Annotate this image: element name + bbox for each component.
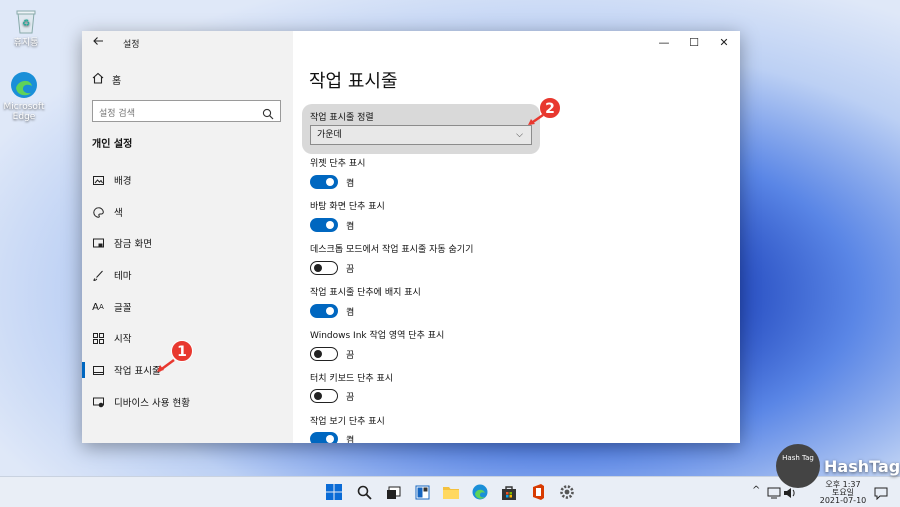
sidebar-item-label: 작업 표시줄 [114, 366, 161, 377]
watermark-badge: Hash Tag [776, 444, 820, 488]
toggle-knob [314, 391, 322, 400]
toggle-state: 켬 [346, 435, 355, 444]
toggle-state: 켬 [346, 178, 355, 189]
home-label: 홈 [112, 76, 122, 87]
sidebar-item-taskbar[interactable]: 작업 표시줄 [82, 357, 293, 383]
chevron-down-icon: ⌵ [516, 130, 523, 140]
back-arrow-icon[interactable] [92, 35, 108, 51]
tray-date[interactable]: 2021-07-10 [814, 496, 872, 505]
sidebar-item-lock-screen[interactable]: 잠금 화면 [82, 230, 293, 256]
toggle-state: 끔 [346, 264, 355, 275]
sidebar: 홈 개인 설정 배경 색 잠금 화면 테마 AA 글꼴 [82, 31, 293, 443]
widgets-icon[interactable] [412, 482, 432, 502]
search-icon[interactable] [262, 105, 274, 124]
sidebar-item-label: 색 [114, 208, 123, 219]
toggle-switch[interactable] [310, 432, 338, 443]
store-icon[interactable] [499, 482, 519, 502]
taskbar: ^ 오후 1:37 토요일 2021-07-10 [0, 476, 900, 507]
settings-search[interactable] [92, 100, 281, 124]
toggle-label-widgets: 위젯 단추 표시 [310, 159, 366, 169]
toggle-desktop-button[interactable]: 켬 [310, 218, 354, 232]
lock-screen-icon [92, 237, 104, 249]
toggle-state: 끔 [346, 350, 355, 361]
settings-gear-icon[interactable] [557, 482, 577, 502]
alignment-value: 가운데 [317, 130, 342, 140]
office-icon[interactable] [528, 482, 548, 502]
section-title: 개인 설정 [92, 139, 133, 150]
sidebar-item-label: 배경 [114, 176, 132, 187]
toggle-switch[interactable] [310, 304, 338, 318]
recycle-bin-label: 휴지통 [13, 38, 39, 48]
desktop-edge[interactable]: Microsoft Edge [2, 70, 46, 122]
toggle-knob [326, 178, 334, 186]
toggle-switch[interactable] [310, 347, 338, 361]
toggle-switch[interactable] [310, 175, 338, 189]
edge-label: Microsoft Edge [3, 102, 45, 122]
toggle-badges[interactable]: 켬 [310, 304, 354, 318]
toggle-label-task-view: 작업 보기 단추 표시 [310, 417, 385, 427]
toggle-label-ink: Windows Ink 작업 영역 단추 표시 [310, 331, 445, 341]
settings-window: 홈 개인 설정 배경 색 잠금 화면 테마 AA 글꼴 [82, 31, 740, 443]
sidebar-item-fonts[interactable]: AA 글꼴 [82, 294, 293, 320]
toggle-knob [314, 263, 322, 272]
toggle-touch-keyboard[interactable]: 끔 [310, 389, 354, 403]
sidebar-item-label: 디바이스 사용 현황 [114, 398, 190, 409]
alignment-label: 작업 표시줄 정렬 [310, 113, 374, 123]
sidebar-item-device-usage[interactable]: 디바이스 사용 현황 [82, 389, 293, 415]
toggle-switch[interactable] [310, 389, 338, 403]
brush-icon [92, 269, 104, 281]
file-explorer-icon[interactable] [441, 482, 461, 502]
sidebar-item-label: 잠금 화면 [114, 239, 152, 250]
svg-text:♻: ♻ [22, 19, 30, 29]
toggle-knob [326, 435, 334, 443]
toggle-knob [314, 349, 322, 358]
edge-browser-icon[interactable] [470, 482, 490, 502]
recycle-bin-icon: ♻ [11, 6, 41, 36]
toggle-label-badges: 작업 표시줄 단추에 배지 표시 [310, 288, 421, 298]
watermark-text: HashTag [824, 457, 900, 476]
window-title: 설정 [123, 40, 140, 50]
palette-icon [92, 206, 104, 218]
toggle-knob [326, 221, 334, 229]
device-usage-icon [92, 396, 104, 408]
search-icon[interactable] [354, 482, 374, 502]
callout-1-arrow [157, 358, 175, 373]
tray-overflow-chevron[interactable]: ^ [752, 485, 760, 496]
edge-icon [9, 70, 39, 100]
toggle-ink[interactable]: 끔 [310, 347, 354, 361]
toggle-widgets[interactable]: 켬 [310, 175, 354, 189]
sidebar-item-theme[interactable]: 테마 [82, 262, 293, 288]
font-icon: AA [92, 301, 104, 313]
toggle-state: 끔 [346, 392, 355, 403]
toggle-switch[interactable] [310, 218, 338, 232]
toggle-auto-hide[interactable]: 끔 [310, 261, 354, 275]
task-view-icon[interactable] [383, 482, 403, 502]
toggle-switch[interactable] [310, 261, 338, 275]
image-icon [92, 174, 104, 186]
toggle-state: 켬 [346, 307, 355, 318]
toggle-label-touch-keyboard: 터치 키보드 단추 표시 [310, 374, 394, 384]
toggle-label-auto-hide: 데스크톱 모드에서 작업 표시줄 자동 숨기기 [310, 245, 474, 255]
page-title: 작업 표시줄 [309, 71, 398, 92]
notification-icon[interactable] [871, 483, 891, 503]
desktop-recycle-bin[interactable]: ♻ 휴지통 [4, 6, 48, 48]
toggle-task-view[interactable]: 켬 [310, 432, 354, 443]
sidebar-item-label: 테마 [114, 271, 132, 282]
callout-2-arrow [528, 113, 544, 126]
sidebar-item-color[interactable]: 색 [82, 199, 293, 225]
alignment-dropdown[interactable]: 가운데 ⌵ [310, 125, 532, 145]
search-input[interactable] [93, 104, 253, 124]
sidebar-item-background[interactable]: 배경 [82, 167, 293, 193]
toggle-label-desktop-button: 바탕 화면 단추 표시 [310, 202, 385, 212]
sidebar-item-home[interactable]: 홈 [92, 72, 121, 87]
windows-start-icon[interactable] [324, 482, 344, 502]
start-grid-icon [92, 332, 104, 344]
toggle-knob [326, 307, 334, 315]
sidebar-item-label: 글꼴 [114, 303, 132, 314]
taskbar-icon [92, 364, 104, 376]
sidebar-item-label: 시작 [114, 334, 132, 345]
home-icon [92, 72, 104, 87]
toggle-state: 켬 [346, 221, 355, 232]
content-pane: 작업 표시줄 작업 표시줄 정렬 가운데 ⌵ 위젯 단추 표시 켬 바탕 화면 … [293, 31, 740, 443]
